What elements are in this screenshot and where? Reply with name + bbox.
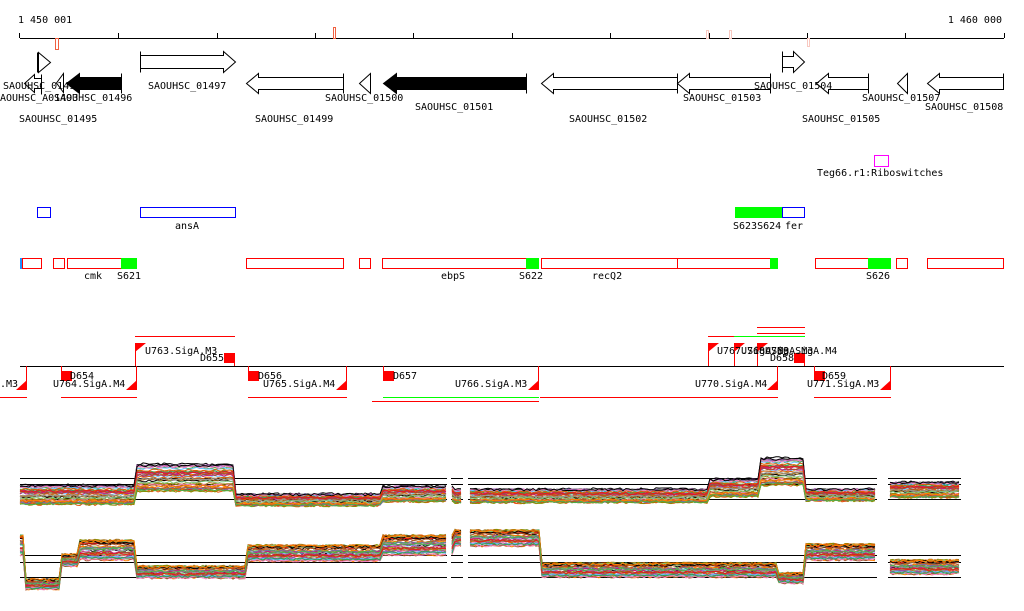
gene-label[interactable]: SAOUHSC_01499	[255, 114, 333, 125]
transcript-marker	[20, 258, 22, 269]
promoter-track: .M3 U764.SigA.M4 D654 U763.SigA.M3 D655 …	[0, 327, 1004, 402]
transcript-feature-s626[interactable]	[868, 258, 891, 269]
terminator-label[interactable]: D657	[393, 371, 417, 382]
promoter-flag-head	[528, 380, 539, 390]
ruler-marker	[333, 27, 336, 39]
ruler-end-label: 1 460 000	[948, 15, 1002, 26]
gene-arrow-01504[interactable]	[782, 50, 806, 74]
annotation-label: ansA	[175, 221, 199, 232]
annotation-track: ansA S623S624 fer	[37, 207, 805, 232]
genome-browser-canvas: 1 450 001 1 460 000 SAOUHSC_01494 SAOUHS…	[0, 15, 1005, 591]
gene-arrow-01499[interactable]	[245, 72, 344, 95]
transcript-feature[interactable]	[677, 258, 771, 269]
transcript-feature[interactable]	[359, 258, 371, 269]
transcript-label: ebpS	[441, 271, 465, 282]
annotation-feature-s623s624[interactable]	[735, 207, 782, 218]
promoter-labels: .M3 U764.SigA.M4 D654 U763.SigA.M3 D655 …	[0, 346, 879, 390]
promoter-flag-head	[336, 380, 347, 390]
transcript-feature-cmk[interactable]	[67, 258, 122, 269]
promoter-label[interactable]: U770.SigA.M4	[695, 379, 767, 390]
ruler: 1 450 001 1 460 000	[18, 15, 1005, 50]
annotation-feature-fer[interactable]	[782, 207, 805, 218]
promoter-label[interactable]: .M3	[0, 379, 18, 390]
transcript-feature-s621[interactable]	[121, 258, 137, 269]
transcript-label: S621	[117, 271, 141, 282]
gene-arrow-01500[interactable]	[358, 72, 371, 95]
transcript-feature[interactable]	[53, 258, 65, 269]
transcript-track	[20, 258, 1004, 269]
gene-label[interactable]: SAOUHSC_01496	[54, 93, 132, 104]
annotation-label: S623S624	[733, 221, 781, 232]
riboswitch-feature[interactable]	[874, 155, 889, 167]
promoter-flag-head	[126, 380, 137, 390]
gene-label[interactable]: SAOUHSC_01504	[754, 81, 832, 92]
transcript-feature[interactable]	[770, 258, 778, 269]
gene-label[interactable]: SAOUHSC_01495	[19, 114, 97, 125]
gene-label[interactable]: SAOUHSC_01505	[802, 114, 880, 125]
transcript-feature-s622[interactable]	[526, 258, 539, 269]
transcript-label: S622	[519, 271, 543, 282]
gene-label[interactable]: SAOUHSC_01497	[148, 81, 226, 92]
terminator-label[interactable]: D655	[200, 353, 224, 364]
annotation-feature[interactable]	[37, 207, 51, 218]
expression-profile-line	[19, 540, 960, 588]
gene-label[interactable]: SAOUHSC_01500	[325, 93, 403, 104]
gene-label[interactable]: SAOUHSC_01503	[683, 93, 761, 104]
terminator-label[interactable]: D658	[770, 353, 794, 364]
gene-arrow-01494[interactable]	[37, 51, 52, 74]
annotation-label: fer	[785, 221, 803, 232]
transcript-labels: cmk S621 ebpS S622 recQ2 S626	[84, 271, 890, 282]
transcript-feature[interactable]	[22, 258, 42, 269]
transcript-label: recQ2	[592, 271, 622, 282]
promoter-label[interactable]: U771.SigA.M3	[807, 379, 879, 390]
promoter-flag-head	[767, 380, 778, 390]
ruler-marker	[55, 38, 59, 50]
gene-label[interactable]: SAOUHSC_01508	[925, 102, 1003, 113]
ruler-marker	[706, 30, 709, 39]
promoter-label[interactable]: U765.SigA.M4	[263, 379, 335, 390]
transcript-feature[interactable]	[896, 258, 908, 269]
terminator-box[interactable]	[224, 353, 235, 363]
gene-arrow-01501[interactable]	[382, 72, 527, 95]
riboswitch-label: Teg66.r1:Riboswitches	[817, 168, 943, 179]
gene-label[interactable]: SAOUHSC_01501	[415, 102, 493, 113]
ruler-marker	[807, 38, 810, 47]
gene-arrow-01508[interactable]	[926, 72, 1004, 95]
transcript-feature[interactable]	[927, 258, 1004, 269]
promoter-label[interactable]: U766.SigA.M3	[455, 379, 527, 390]
terminator-label[interactable]: D654	[70, 371, 94, 382]
transcript-feature[interactable]	[246, 258, 344, 269]
annotation-feature-ansA[interactable]	[140, 207, 236, 218]
ruler-marker	[729, 30, 732, 39]
gene-arrow-01502[interactable]	[540, 72, 678, 95]
transcript-feature-ebpS[interactable]	[382, 258, 527, 269]
gene-label[interactable]: SAOUHSC_01502	[569, 114, 647, 125]
transcript-label: cmk	[84, 271, 102, 282]
promoter-flag-head	[880, 380, 891, 390]
expression-profile-line	[19, 540, 960, 589]
gene-arrow-01497[interactable]	[140, 50, 237, 74]
expression-tracks	[19, 456, 961, 591]
ruler-start-label: 1 450 001	[18, 15, 72, 26]
transcript-feature[interactable]	[815, 258, 869, 269]
gene-label[interactable]: SAOUHSC_01494	[3, 81, 81, 92]
transcript-label: S626	[866, 271, 890, 282]
gene-arrow-01507[interactable]	[896, 72, 908, 95]
transcript-feature-recQ2[interactable]	[541, 258, 678, 269]
